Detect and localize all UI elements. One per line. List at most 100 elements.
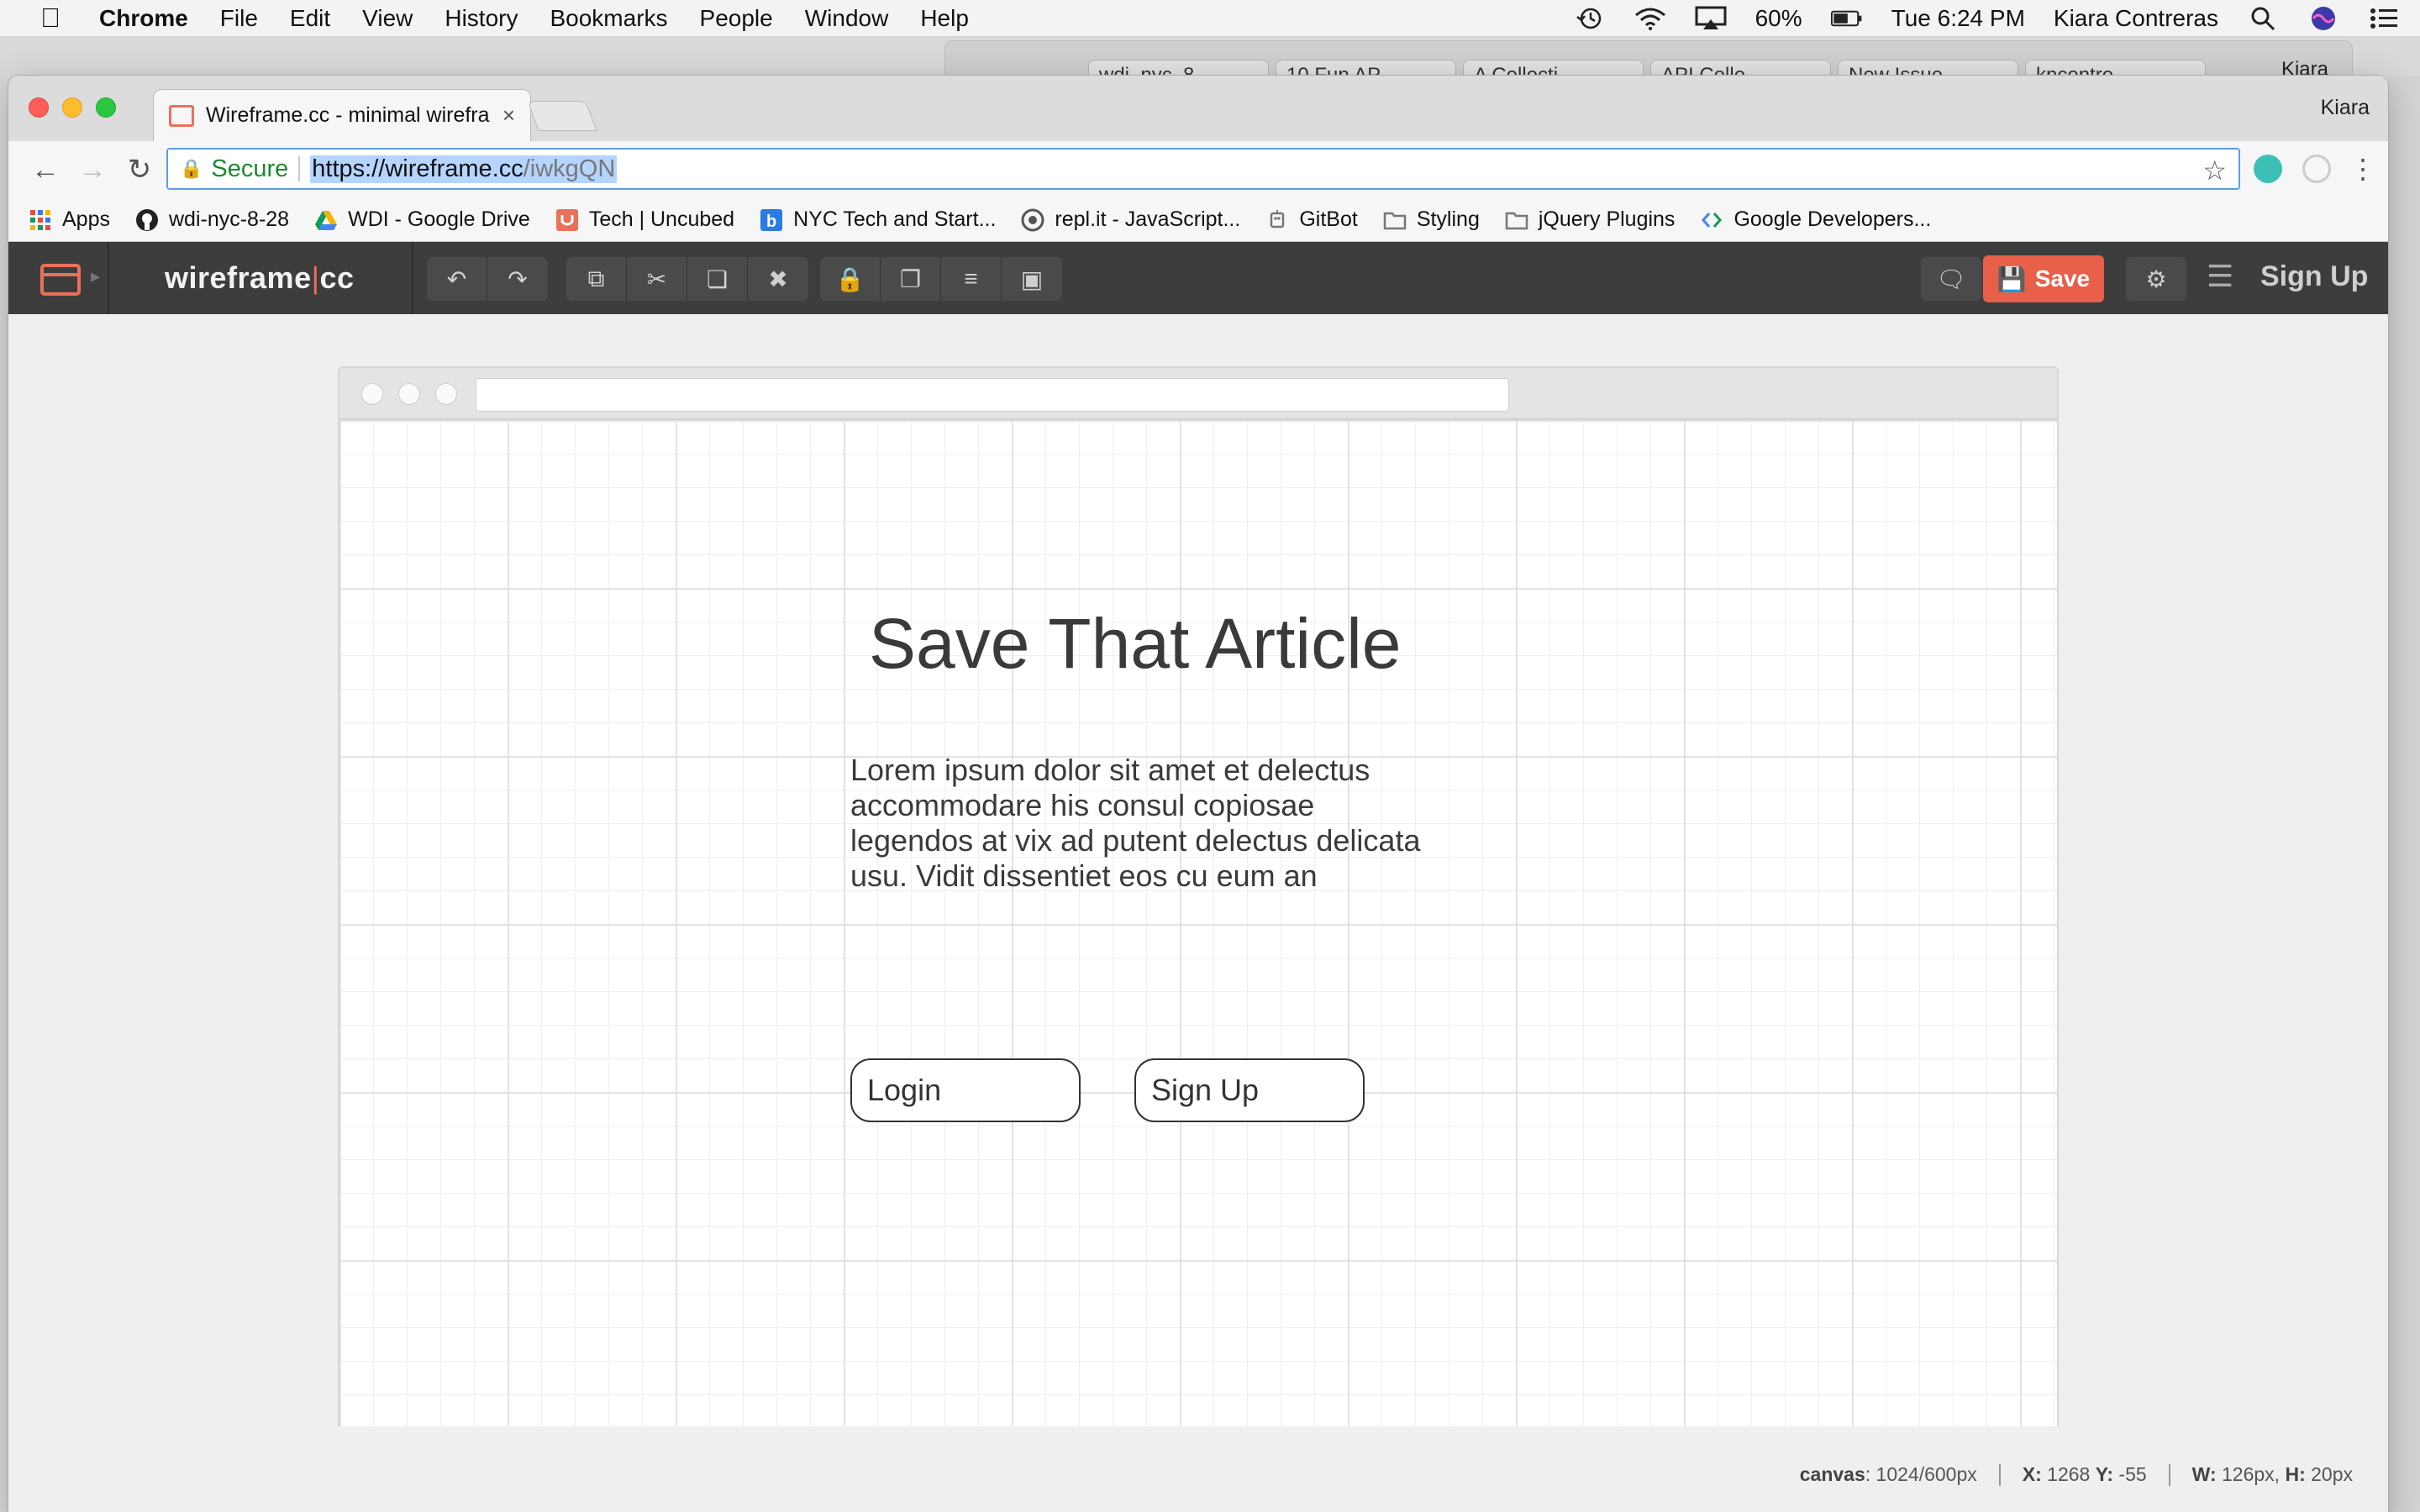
tab-wireframe[interactable]: Wireframe.cc - minimal wirefra × xyxy=(153,89,531,141)
canvas-window-dot xyxy=(361,383,383,405)
bookmark-nyc-tech[interactable]: b NYC Tech and Start... xyxy=(760,207,996,232)
bookmark-label: GitBot xyxy=(1299,207,1358,231)
menubar-clock[interactable]: Tue 6:24 PM xyxy=(1891,5,2025,32)
delete-button[interactable]: ✖ xyxy=(748,257,808,301)
cursor-position-readout: X: 1268 Y: -55 xyxy=(2023,1463,2147,1486)
menu-file[interactable]: File xyxy=(220,5,258,32)
wireframe-canvas[interactable]: Save That Article Lorem ipsum dolor sit … xyxy=(338,366,2059,1426)
bookmark-apps[interactable]: Apps xyxy=(29,207,110,232)
hamburger-menu-icon[interactable]: ☰ xyxy=(2207,259,2233,294)
time-machine-icon[interactable] xyxy=(1574,6,1606,31)
menubar-user[interactable]: Kiara Contreras xyxy=(2054,5,2218,32)
h-label: H: xyxy=(2285,1463,2306,1485)
battery-icon[interactable] xyxy=(1830,6,1863,31)
editor-status-bar: canvas: 1024/600px X: 1268 Y: -55 W: 126… xyxy=(1800,1463,2353,1486)
google-dev-icon xyxy=(1702,212,1723,228)
menu-help[interactable]: Help xyxy=(920,5,969,32)
selection-size-readout: W: 126px, H: 20px xyxy=(2192,1463,2353,1486)
profile-name[interactable]: Kiara xyxy=(2321,96,2370,120)
bookmark-label: Styling xyxy=(1416,207,1480,231)
canvas-window-dot xyxy=(398,383,420,405)
bookmark-google-developers[interactable]: Google Developers... xyxy=(1700,207,1931,232)
signup-link[interactable]: Sign Up xyxy=(2260,260,2368,293)
lock-icon[interactable]: 🔒 xyxy=(180,158,203,180)
speech-bubble-icon: 🗨 xyxy=(1936,265,1966,292)
h-value: 20px xyxy=(2311,1463,2353,1485)
bookmark-wdi-nyc[interactable]: wdi-nyc-8-28 xyxy=(135,207,289,232)
macos-menubar:  Chrome File Edit View History Bookmark… xyxy=(0,0,2420,37)
desktop-edge xyxy=(2388,76,2420,1512)
settings-button[interactable]: ⚙ xyxy=(2126,257,2186,301)
menu-people[interactable]: People xyxy=(700,5,773,32)
menu-edit[interactable]: Edit xyxy=(290,5,330,32)
bookmark-google-drive[interactable]: WDI - Google Drive xyxy=(314,207,530,232)
bookmark-uncubed[interactable]: Tech | Uncubed xyxy=(555,207,734,232)
url-text[interactable]: https://wireframe.cc/iwkgQN xyxy=(310,155,618,183)
google-drive-icon xyxy=(315,210,338,230)
chrome-menu-icon[interactable]: ⋮ xyxy=(2349,153,2376,185)
undo-button[interactable]: ↶ xyxy=(427,257,487,301)
bookmark-gitbot[interactable]: GitBot xyxy=(1265,207,1358,232)
siri-icon[interactable] xyxy=(2307,6,2339,31)
menu-history[interactable]: History xyxy=(445,5,518,32)
spotlight-search-icon[interactable] xyxy=(2247,6,2279,31)
minimize-window-button[interactable] xyxy=(62,97,82,118)
paste-button[interactable]: ❏ xyxy=(687,257,748,301)
notification-center-icon[interactable] xyxy=(2368,6,2400,31)
bring-front-button[interactable]: ❐ xyxy=(881,257,941,301)
wifi-icon[interactable] xyxy=(1634,6,1666,31)
url-host: https://wireframe.cc xyxy=(312,155,523,182)
history-button-group: ↶ ↷ xyxy=(427,257,548,301)
delete-x-icon: ✖ xyxy=(768,265,788,292)
bookmark-folder-jquery[interactable]: jQuery Plugins xyxy=(1505,207,1676,232)
back-arrow-icon[interactable]: ← xyxy=(29,155,62,185)
bookmark-label: Google Developers... xyxy=(1733,207,1932,231)
group-icon: ▣ xyxy=(1020,265,1044,292)
lock-icon: 🔒 xyxy=(835,265,865,292)
menu-bookmarks[interactable]: Bookmarks xyxy=(550,5,667,32)
extension-icon[interactable] xyxy=(2254,155,2282,183)
pages-menu-icon[interactable] xyxy=(40,264,81,296)
wireframe-paragraph[interactable]: Lorem ipsum dolor sit amet et delectus a… xyxy=(850,753,1422,894)
wireframe-login-button[interactable]: Login xyxy=(850,1058,1081,1122)
wireframe-logo[interactable]: wireframe|cc xyxy=(165,260,355,296)
zoom-window-button[interactable] xyxy=(96,97,116,118)
secure-label[interactable]: Secure xyxy=(211,155,288,183)
align-button[interactable]: ≡ xyxy=(941,257,1002,301)
caret-right-icon[interactable]: ▸ xyxy=(91,265,100,287)
reload-icon[interactable]: ↻ xyxy=(123,155,156,185)
wireframe-favicon-icon xyxy=(169,104,194,127)
bookmark-folder-styling[interactable]: Styling xyxy=(1383,207,1480,232)
bookmark-star-icon[interactable]: ☆ xyxy=(2202,155,2227,186)
address-bar[interactable]: 🔒 Secure https://wireframe.cc/iwkgQN ☆ xyxy=(166,148,2240,190)
group-button[interactable]: ▣ xyxy=(1002,257,1062,301)
align-left-icon: ≡ xyxy=(964,265,978,291)
save-button[interactable]: 💾 Save xyxy=(1983,255,2104,302)
bookmark-label: wdi-nyc-8-28 xyxy=(168,207,290,231)
bookmark-replit[interactable]: repl.it - JavaScript... xyxy=(1021,207,1240,232)
close-window-button[interactable] xyxy=(29,97,49,118)
cut-button[interactable]: ✂ xyxy=(627,257,687,301)
lock-button[interactable]: 🔒 xyxy=(820,257,881,301)
comment-button[interactable]: 🗨 xyxy=(1921,257,1981,301)
bookmark-label: jQuery Plugins xyxy=(1538,207,1676,231)
wireframe-signup-button[interactable]: Sign Up xyxy=(1134,1058,1365,1122)
forward-arrow-icon[interactable]: → xyxy=(76,155,109,185)
canvas-window-dot xyxy=(435,383,457,405)
redo-button[interactable]: ↷ xyxy=(487,257,548,301)
tab-close-icon[interactable]: × xyxy=(502,102,515,129)
wireframe-heading[interactable]: Save That Article xyxy=(869,603,1401,685)
x-value: 1268 xyxy=(2047,1463,2091,1485)
new-tab-button[interactable] xyxy=(527,101,597,131)
menu-view[interactable]: View xyxy=(362,5,413,32)
menu-app-chrome[interactable]: Chrome xyxy=(99,5,188,32)
extension-icon[interactable] xyxy=(2302,155,2331,183)
menu-window[interactable]: Window xyxy=(805,5,889,32)
duplicate-button[interactable]: ⧉ xyxy=(566,257,627,301)
canvas-grid[interactable]: Save That Article Lorem ipsum dolor sit … xyxy=(339,420,2057,1426)
apple-menu-icon[interactable]:  xyxy=(34,3,67,34)
layers-icon: ❐ xyxy=(899,265,922,292)
url-path: /iwkgQN xyxy=(523,155,616,182)
airplay-icon[interactable] xyxy=(1695,6,1727,31)
status-divider xyxy=(1998,1463,2001,1486)
